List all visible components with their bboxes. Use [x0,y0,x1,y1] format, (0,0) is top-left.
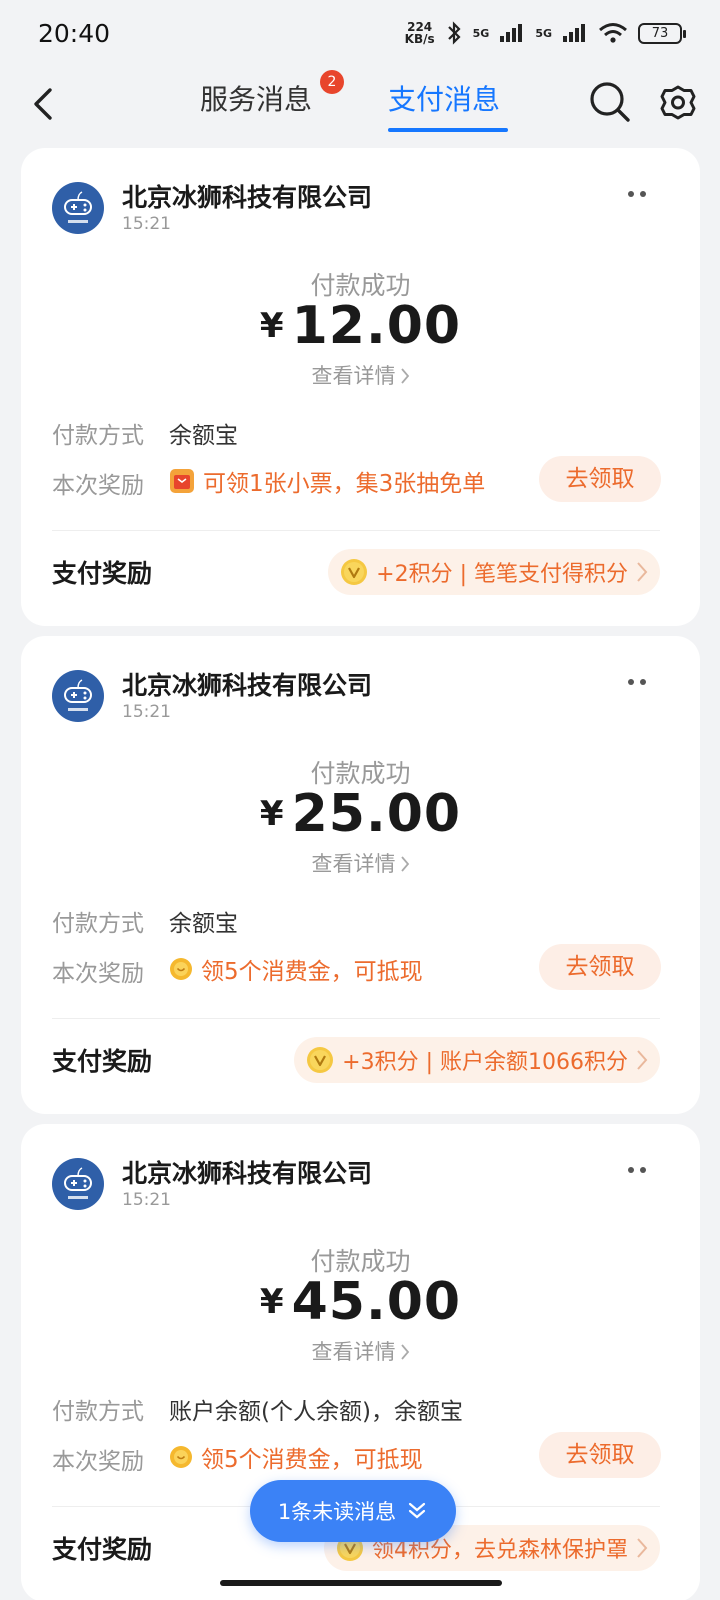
currency-symbol: ¥ [259,794,284,834]
more-options-icon[interactable] [627,188,649,200]
reward-label: 本次奖励 [52,1449,144,1475]
claim-reward-button[interactable]: 去领取 [539,456,661,502]
more-options-icon[interactable] [627,1164,649,1176]
back-icon[interactable] [26,82,62,126]
signal-label-2: 5G [535,26,552,40]
reward-text: 可领1张小票，集3张抽免单 [169,464,485,498]
payment-method-label: 付款方式 [52,1399,144,1425]
payment-bonus-label: 支付奖励 [52,559,153,588]
status-time: 20:40 [38,18,111,48]
points-coin-icon [307,1047,334,1073]
signal-label-1: 5G [472,26,490,40]
amount-row: ¥25.00 [21,784,700,844]
unread-badge: 2 [320,70,344,94]
payment-bonus-label: 支付奖励 [52,1535,153,1564]
chevron-right-icon [637,562,648,582]
message-time: 15:21 [122,1190,171,1210]
status-icons: 224 KB/s 5G 5G 73 [404,20,686,46]
merchant-name: 北京冰狮科技有限公司 [122,183,373,212]
payment-method-label: 付款方式 [52,911,144,937]
payment-card[interactable]: 北京冰狮科技有限公司 15:21 付款成功 ¥12.00 查看详情 付款方式 余… [21,148,700,626]
payment-method-value: 余额宝 [169,423,238,449]
view-details-link[interactable]: 查看详情 [21,1336,700,1366]
payment-bonus-label: 支付奖励 [52,1047,153,1076]
ticket-icon [170,469,194,493]
chevron-right-icon [400,368,409,384]
gamepad-icon [64,679,92,711]
currency-symbol: ¥ [259,306,284,346]
gamepad-icon [64,1167,92,1199]
points-bonus-pill[interactable]: +2积分 | 笔笔支付得积分 [328,549,660,595]
points-bonus-pill[interactable]: +3积分 | 账户余额1066积分 [294,1037,660,1083]
merchant-name: 北京冰狮科技有限公司 [122,1159,373,1188]
payment-amount: 45.00 [291,1272,462,1332]
coin-icon [170,1446,192,1468]
merchant-logo [52,182,104,234]
message-time: 15:21 [122,214,171,234]
payment-method-value: 账户余额(个人余额)，余额宝 [169,1399,463,1425]
search-icon[interactable] [588,80,632,124]
status-bar: 20:40 224 KB/s 5G 5G 73 [0,0,720,66]
merchant-logo [52,1158,104,1210]
more-options-icon[interactable] [627,676,649,688]
payment-card[interactable]: 北京冰狮科技有限公司 15:21 付款成功 ¥25.00 查看详情 付款方式 余… [21,636,700,1114]
reward-text: 领5个消费金，可抵现 [169,1440,423,1474]
wifi-icon [599,23,627,43]
amount-row: ¥45.00 [21,1272,700,1332]
claim-reward-button[interactable]: 去领取 [539,944,661,990]
tab-service-messages[interactable]: 服务消息 [200,78,312,122]
double-chevron-down-icon [409,1502,426,1519]
signal-bars-icon [563,24,585,42]
payment-amount: 25.00 [291,784,462,844]
reward-label: 本次奖励 [52,961,144,987]
currency-symbol: ¥ [259,1282,284,1322]
nav-bar: 服务消息 2 支付消息 [0,66,720,140]
reward-text: 领5个消费金，可抵现 [169,952,423,986]
chevron-right-icon [400,856,409,872]
payment-method-value: 余额宝 [169,911,238,937]
battery-indicator: 73 [638,22,686,44]
unread-messages-button[interactable]: 1条未读消息 [250,1480,456,1542]
coin-icon [170,958,192,980]
view-details-link[interactable]: 查看详情 [21,360,700,390]
payment-amount: 12.00 [291,296,462,356]
payment-method-label: 付款方式 [52,423,144,449]
amount-row: ¥12.00 [21,296,700,356]
view-details-link[interactable]: 查看详情 [21,848,700,878]
signal-bars-icon [500,24,523,42]
card-divider [52,530,660,531]
home-indicator[interactable] [220,1580,502,1586]
gear-icon[interactable] [658,80,698,124]
reward-label: 本次奖励 [52,473,144,499]
tab-payment-messages[interactable]: 支付消息 [388,78,500,122]
network-speed: 224 KB/s [404,20,435,46]
chevron-right-icon [637,1050,648,1070]
chevron-right-icon [400,1344,409,1360]
points-coin-icon [341,559,368,585]
message-time: 15:21 [122,702,171,722]
card-divider [52,1018,660,1019]
gamepad-icon [64,191,92,223]
merchant-logo [52,670,104,722]
merchant-name: 北京冰狮科技有限公司 [122,671,373,700]
chevron-right-icon [637,1538,648,1558]
claim-reward-button[interactable]: 去领取 [539,1432,661,1478]
active-tab-indicator [388,128,508,132]
bluetooth-icon [447,21,461,45]
